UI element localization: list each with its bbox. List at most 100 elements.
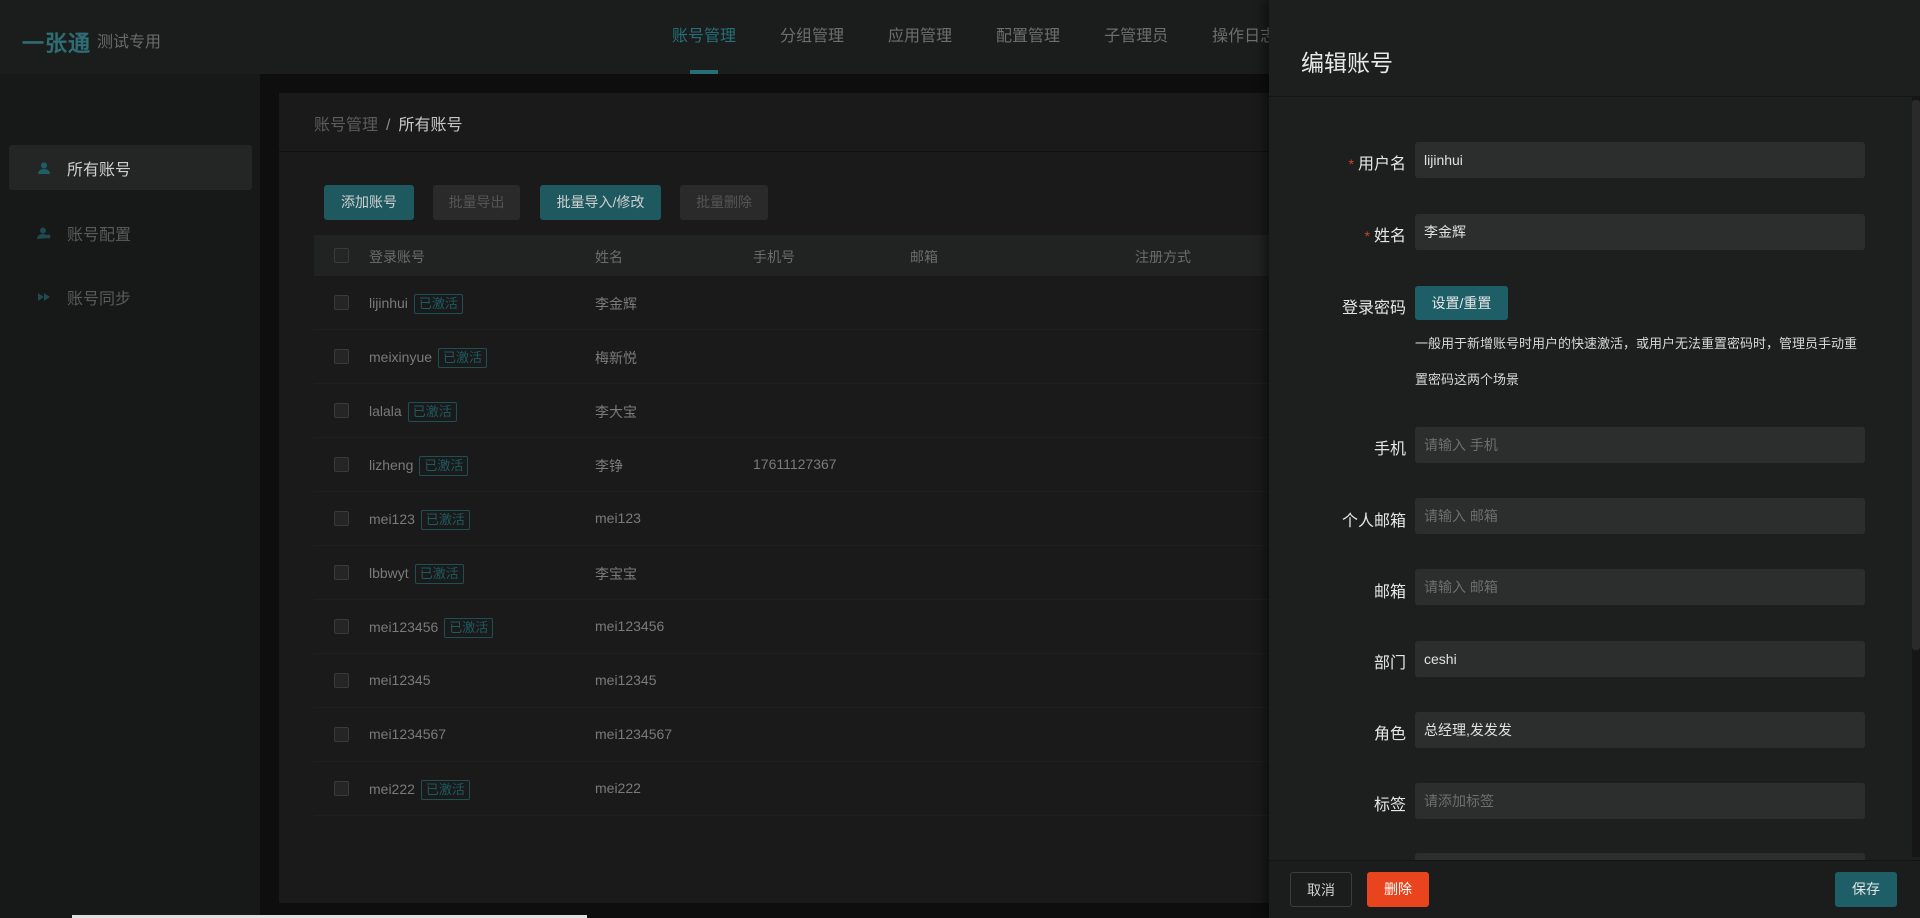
account-cell: lbbwyt 已激活 [369,564,464,584]
save-button[interactable]: 保存 [1835,872,1897,907]
name-cell: 李大宝 [595,404,637,420]
phone-field[interactable]: 请输入 手机 [1415,427,1865,463]
table-row[interactable]: lijinhui 已激活 李金辉 [314,276,1279,330]
row-checkbox[interactable] [334,565,349,580]
fullname-field[interactable]: 李金辉 [1415,214,1865,250]
reset-password-button[interactable]: 设置/重置 [1415,286,1508,320]
tags-field[interactable]: 请添加标签 [1415,783,1865,819]
row-checkbox[interactable] [334,349,349,364]
table-row[interactable]: meixinyue 已激活 梅新悦 [314,330,1279,384]
account-text: mei123 [369,511,415,527]
row-checkbox[interactable] [334,295,349,310]
breadcrumb-separator: / [386,117,391,134]
table-row[interactable]: lalala 已激活 李大宝 [314,384,1279,438]
row-checkbox[interactable] [334,781,349,796]
tab-group-management[interactable]: 分组管理 [758,0,866,74]
column-header-phone[interactable]: 手机号 [753,247,795,267]
account-cell: mei123456 已激活 [369,618,494,638]
row-checkbox[interactable] [334,403,349,418]
tab-app-management[interactable]: 应用管理 [866,0,974,74]
sidebar-item-label: 账号配置 [67,226,132,244]
main-content: 账号管理 / 所有账号 添加账号 批量导出 批量导入/修改 批量删除 登录账号 姓名… [279,93,1279,903]
select-all-checkbox[interactable] [334,248,349,263]
email-label: 邮箱 [1373,584,1406,601]
sidebar-item-account-sync[interactable]: 账号同步 [9,274,252,319]
account-cell: lizheng 已激活 [369,456,469,476]
drawer-footer: 取消 删除 保存 [1269,860,1920,918]
name-cell: 梅新悦 [595,350,637,366]
row-checkbox[interactable] [334,619,349,634]
account-text: meixinyue [369,349,433,365]
bulk-import-button[interactable]: 批量导入/修改 [540,185,661,220]
row-checkbox[interactable] [334,511,349,526]
email-field[interactable]: 请输入 邮箱 [1415,569,1865,605]
sidebar-item-all-accounts[interactable]: 所有账号 [9,145,252,190]
app-subtitle: 测试专用 [97,34,162,51]
table-row[interactable]: lizheng 已激活 李铮 17611127367 [314,438,1279,492]
account-cell: mei1234567 [369,726,446,742]
top-nav: 账号管理 分组管理 应用管理 配置管理 子管理员 操作日志 [650,0,1298,74]
column-header-account[interactable]: 登录账号 [369,247,425,267]
table-row[interactable]: mei123456 已激活 mei123456 [314,600,1279,654]
breadcrumb: 账号管理 / 所有账号 [314,111,462,135]
required-mark: * [1348,156,1354,172]
breadcrumb-current: 所有账号 [398,117,463,134]
account-cell: mei123 已激活 [369,510,470,530]
row-checkbox[interactable] [334,727,349,742]
personal-email-field[interactable]: 请输入 邮箱 [1415,498,1865,534]
name-cell: 李铮 [595,458,623,474]
name-cell: mei12345 [595,672,657,688]
column-header-name[interactable]: 姓名 [595,247,623,267]
tab-sub-admins[interactable]: 子管理员 [1082,0,1190,74]
phone-cell: 17611127367 [753,456,837,472]
user-icon [38,162,50,174]
status-badge: 已激活 [420,780,470,800]
password-hint: 一般用于新增账号时用户的快速激活，或用户无法重置密码时，管理员手动重置密码这两个… [1415,336,1858,387]
bulk-delete-button[interactable]: 批量删除 [680,185,768,220]
username-label: * 用户名 [1348,156,1406,173]
role-field[interactable]: 总经理,发发发 [1415,712,1865,748]
delete-button[interactable]: 删除 [1367,872,1429,907]
role-label: 角色 [1373,726,1406,743]
status-badge: 已激活 [413,294,463,314]
account-cell: mei222 已激活 [369,780,470,800]
user-settings-icon [37,227,51,239]
account-cell: meixinyue 已激活 [369,348,488,368]
row-checkbox[interactable] [334,673,349,688]
department-field[interactable]: ceshi [1415,641,1865,677]
tab-config-management[interactable]: 配置管理 [974,0,1082,74]
table-row[interactable]: mei123 已激活 mei123 [314,492,1279,546]
table-row[interactable]: mei12345 mei12345 [314,654,1279,708]
sidebar-item-label: 所有账号 [67,161,132,179]
sync-icon [38,292,50,301]
account-text: lalala [369,403,402,419]
account-cell: lijinhui 已激活 [369,294,463,314]
table-row[interactable]: mei1234567 mei1234567 [314,708,1279,762]
breadcrumb-parent[interactable]: 账号管理 [314,117,378,134]
username-field[interactable]: lijinhui [1415,142,1865,178]
app-logo[interactable]: 一张通 [22,26,91,58]
tab-account-management[interactable]: 账号管理 [650,0,758,74]
bulk-export-button[interactable]: 批量导出 [433,185,520,220]
account-text: mei222 [369,781,415,797]
sidebar-item-account-config[interactable]: 账号配置 [9,210,252,255]
name-cell: mei1234567 [595,726,673,742]
name-cell: 李宝宝 [595,566,637,582]
name-cell: mei123456 [595,618,665,634]
column-header-email[interactable]: 邮箱 [910,247,938,267]
status-badge: 已激活 [420,510,470,530]
table-row[interactable]: lbbwyt 已激活 李宝宝 [314,546,1279,600]
column-header-register-method[interactable]: 注册方式 [1135,247,1191,267]
cancel-button[interactable]: 取消 [1290,872,1352,907]
table-row[interactable]: mei222 已激活 mei222 [314,762,1279,816]
scrollbar-thumb[interactable] [1912,100,1920,650]
status-badge: 已激活 [419,456,469,476]
row-checkbox[interactable] [334,457,349,472]
personal-email-label: 个人邮箱 [1341,513,1406,530]
sidebar-item-label: 账号同步 [67,290,132,308]
add-account-button[interactable]: 添加账号 [324,185,414,220]
account-text: mei123456 [369,619,439,635]
name-cell: mei123 [595,510,641,526]
name-cell: mei222 [595,780,641,796]
tags-label: 标签 [1373,797,1406,814]
